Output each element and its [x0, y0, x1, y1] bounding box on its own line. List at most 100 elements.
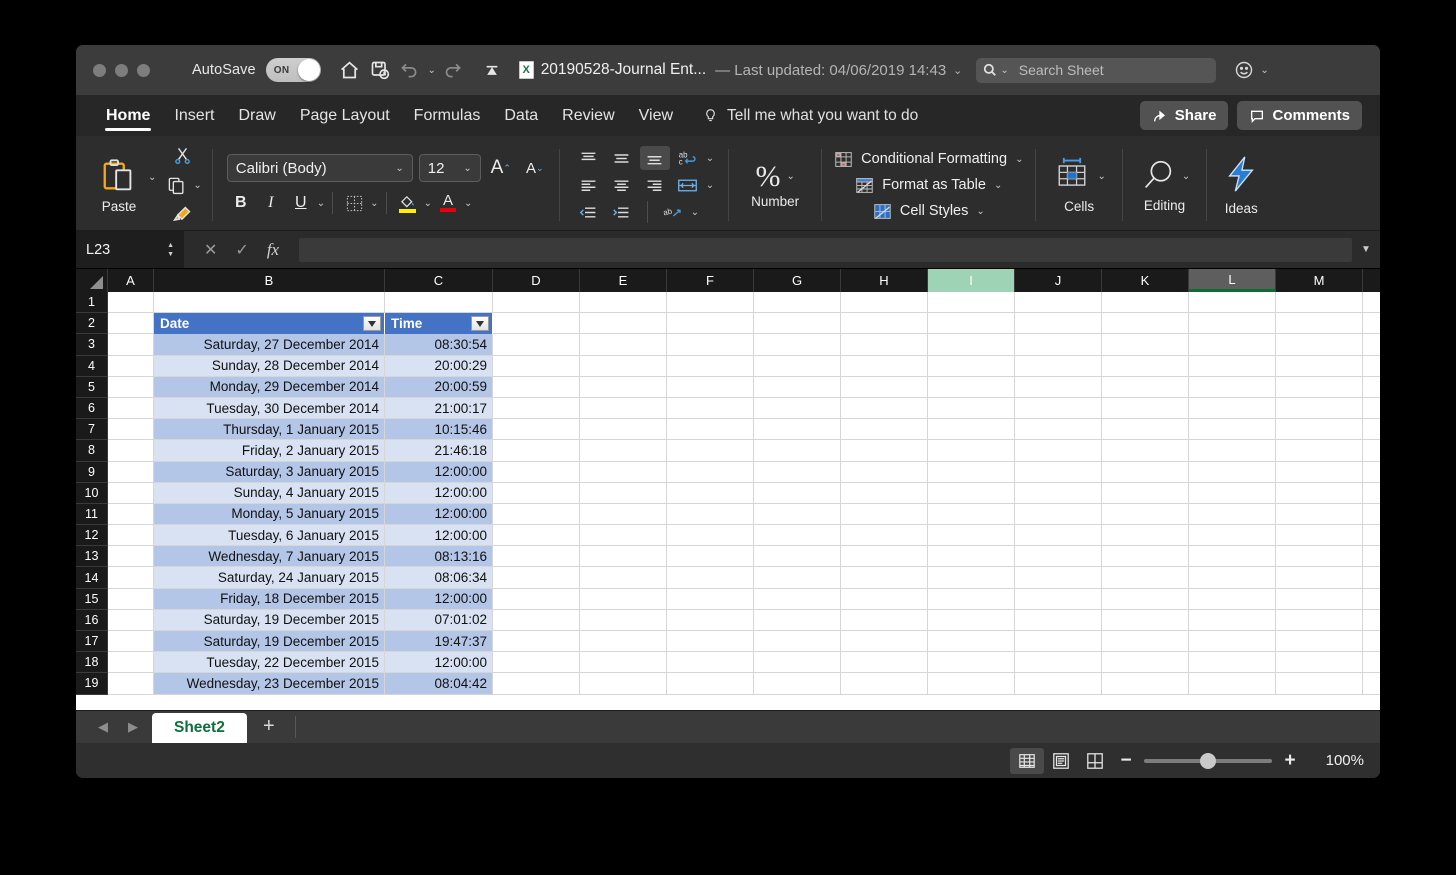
cell-C6[interactable]: 21:00:17 — [385, 397, 493, 420]
cell-J10[interactable] — [1015, 482, 1102, 504]
row-header-10[interactable]: 10 — [76, 482, 108, 504]
cell-K16[interactable] — [1102, 609, 1189, 631]
cell-x6[interactable] — [1363, 397, 1380, 420]
cell-F19[interactable] — [667, 673, 754, 695]
cell-L16[interactable] — [1189, 609, 1276, 631]
cell-G8[interactable] — [754, 440, 841, 462]
cell-A12[interactable] — [108, 525, 154, 547]
ideas-button[interactable] — [1223, 155, 1259, 198]
font-color-button[interactable]: A — [434, 190, 462, 216]
name-box[interactable]: L23 ▲ ▼ — [76, 231, 184, 268]
cell-I6[interactable] — [928, 397, 1015, 420]
formula-input[interactable] — [299, 237, 1352, 262]
cell-D6[interactable] — [493, 397, 580, 420]
sheet-tab-sheet2[interactable]: Sheet2 — [152, 713, 247, 743]
cell-I2[interactable] — [928, 313, 1015, 335]
cell-H9[interactable] — [841, 461, 928, 483]
cell-I16[interactable] — [928, 609, 1015, 631]
editing-dropdown-icon[interactable]: ⌄ — [1182, 171, 1190, 182]
cell-B19[interactable]: Wednesday, 23 December 2015 — [154, 673, 385, 695]
cell-G16[interactable] — [754, 609, 841, 631]
cell-I18[interactable] — [928, 652, 1015, 674]
cell-A7[interactable] — [108, 419, 154, 441]
cell-J7[interactable] — [1015, 419, 1102, 441]
cell-I5[interactable] — [928, 376, 1015, 398]
font-color-dropdown-icon[interactable]: ⌄ — [464, 198, 472, 209]
minimize-window-button[interactable] — [115, 63, 128, 77]
cell-F1[interactable] — [667, 292, 754, 314]
cell-C15[interactable]: 12:00:00 — [385, 588, 493, 610]
cell-B11[interactable]: Monday, 5 January 2015 — [154, 503, 385, 526]
customize-toolbar-icon[interactable] — [477, 55, 507, 85]
bold-button[interactable]: B — [227, 190, 255, 216]
column-header-c[interactable]: C — [385, 269, 493, 292]
cell-H5[interactable] — [841, 376, 928, 398]
cell-F15[interactable] — [667, 588, 754, 610]
cell-M10[interactable] — [1276, 482, 1363, 504]
cell-C1[interactable] — [385, 292, 493, 314]
cell-B13[interactable]: Wednesday, 7 January 2015 — [154, 546, 385, 568]
cell-F16[interactable] — [667, 609, 754, 631]
tab-formulas[interactable]: Formulas — [402, 95, 493, 136]
tab-home[interactable]: Home — [94, 95, 162, 136]
cell-x10[interactable] — [1363, 482, 1380, 504]
column-header-f[interactable]: F — [667, 269, 754, 292]
filter-dropdown-button[interactable] — [363, 316, 381, 332]
cell-K8[interactable] — [1102, 440, 1189, 462]
cell-x7[interactable] — [1363, 419, 1380, 441]
cell-H6[interactable] — [841, 397, 928, 420]
page-break-view-button[interactable] — [1078, 748, 1112, 774]
cell-D14[interactable] — [493, 567, 580, 589]
cell-M9[interactable] — [1276, 461, 1363, 483]
cell-x13[interactable] — [1363, 546, 1380, 568]
undo-dropdown-icon[interactable]: ⌄ — [425, 55, 439, 85]
row-header-3[interactable]: 3 — [76, 334, 108, 356]
zoom-slider-handle[interactable] — [1200, 752, 1216, 769]
cell-I10[interactable] — [928, 482, 1015, 504]
cell-H4[interactable] — [841, 355, 928, 377]
cell-B12[interactable]: Tuesday, 6 January 2015 — [154, 525, 385, 547]
cells-dropdown-icon[interactable]: ⌄ — [1097, 171, 1105, 182]
cell-G3[interactable] — [754, 334, 841, 356]
column-header-i[interactable]: I — [928, 269, 1015, 292]
cell-J1[interactable] — [1015, 292, 1102, 314]
share-button[interactable]: Share — [1139, 101, 1229, 130]
tab-review[interactable]: Review — [550, 95, 626, 136]
home-icon[interactable] — [335, 55, 365, 85]
cell-G11[interactable] — [754, 503, 841, 526]
cell-B2[interactable]: Date — [154, 313, 385, 335]
cell-H17[interactable] — [841, 631, 928, 653]
cell-H11[interactable] — [841, 503, 928, 526]
cell-M13[interactable] — [1276, 546, 1363, 568]
cell-A14[interactable] — [108, 567, 154, 589]
cell-E17[interactable] — [580, 631, 667, 653]
cell-E13[interactable] — [580, 546, 667, 568]
cell-E12[interactable] — [580, 525, 667, 547]
cell-x15[interactable] — [1363, 588, 1380, 610]
fill-dropdown-icon[interactable]: ⌄ — [424, 198, 432, 209]
cell-F10[interactable] — [667, 482, 754, 504]
cell-A11[interactable] — [108, 503, 154, 526]
chevron-down-icon[interactable]: ⌄ — [976, 206, 984, 217]
cell-B9[interactable]: Saturday, 3 January 2015 — [154, 461, 385, 483]
tab-view[interactable]: View — [627, 95, 685, 136]
tab-insert[interactable]: Insert — [162, 95, 226, 136]
cell-x18[interactable] — [1363, 652, 1380, 674]
column-header-d[interactable]: D — [493, 269, 580, 292]
orientation-dropdown-icon[interactable]: ⌄ — [691, 207, 699, 218]
cell-A6[interactable] — [108, 397, 154, 420]
wrap-dropdown-icon[interactable]: ⌄ — [706, 153, 714, 164]
cell-D10[interactable] — [493, 482, 580, 504]
row-header-2[interactable]: 2 — [76, 313, 108, 335]
cell-J14[interactable] — [1015, 567, 1102, 589]
cell-F6[interactable] — [667, 397, 754, 420]
cell-D3[interactable] — [493, 334, 580, 356]
cell-D5[interactable] — [493, 376, 580, 398]
cell-F11[interactable] — [667, 503, 754, 526]
cell-E19[interactable] — [580, 673, 667, 695]
font-size-select[interactable]: 12 ⌄ — [418, 154, 481, 182]
cell-G18[interactable] — [754, 652, 841, 674]
cell-I11[interactable] — [928, 503, 1015, 526]
cell-M7[interactable] — [1276, 419, 1363, 441]
cancel-formula-icon[interactable]: ✕ — [204, 240, 217, 260]
